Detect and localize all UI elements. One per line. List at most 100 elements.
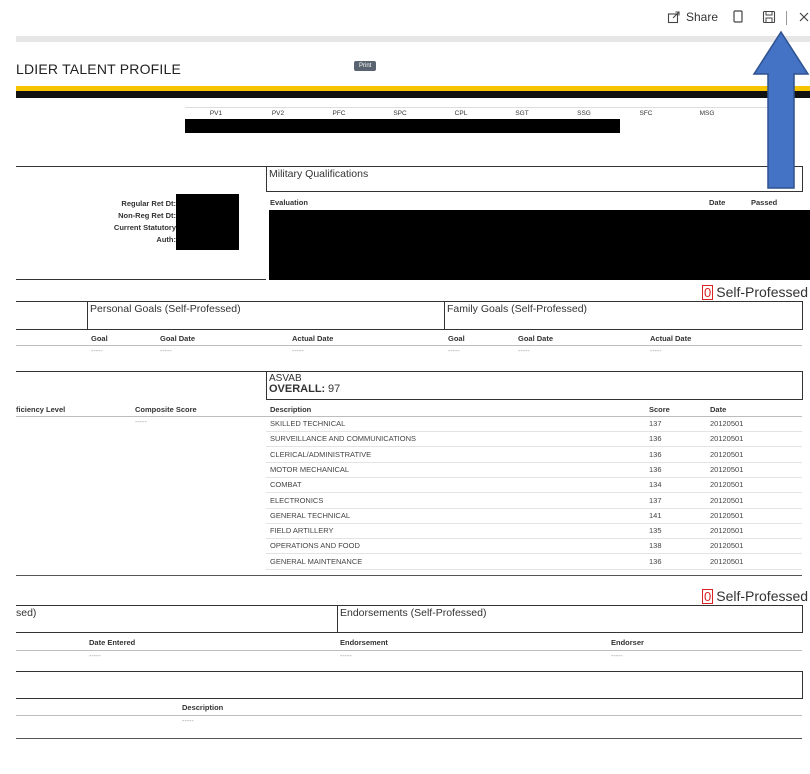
personal-goals-header: Personal Goals (Self-Professed) — [87, 301, 445, 330]
asvab-date-cell: 20120501 — [710, 556, 744, 566]
asvab-description-cell: SKILLED TECHNICAL — [270, 419, 346, 428]
empty-cell: ----- — [611, 653, 623, 660]
evaluation-header: Evaluation — [270, 198, 308, 207]
table-row-divider — [266, 568, 802, 570]
share-button[interactable]: Share — [667, 10, 718, 24]
date-entered-header: Date Entered — [89, 638, 136, 647]
row-divider — [16, 345, 802, 346]
regular-ret-label: Regular Ret Dt: — [121, 199, 176, 208]
table-row-divider — [266, 476, 802, 478]
asvab-description-cell: GENERAL MAINTENANCE — [270, 556, 363, 566]
redacted-block — [269, 210, 810, 280]
save-icon[interactable] — [762, 10, 776, 24]
empty-cell: ----- — [448, 348, 460, 355]
section-divider — [16, 371, 266, 372]
empty-cell: ----- — [91, 348, 103, 355]
endorser-header: Endorser — [611, 638, 644, 647]
asvab-description-cell: OPERATIONS AND FOOD — [270, 541, 360, 551]
personal-goals-title: Personal Goals (Self-Professed) — [90, 303, 241, 315]
section-divider — [16, 279, 266, 280]
goals-count-badge: 0 — [702, 284, 714, 300]
rank-label: PFC — [332, 110, 346, 117]
endorsements-left-title: sed) — [16, 607, 37, 619]
goals-count-label: Self-Professed — [716, 284, 809, 300]
asvab-date-cell: 20120501 — [710, 510, 744, 520]
row-divider — [16, 715, 802, 716]
asvab-description-cell: MOTOR MECHANICAL — [270, 464, 350, 474]
endorsements-self-professed: 0 Self-Professed — [702, 588, 808, 604]
retirement-labels: Regular Ret Dt: Non-Reg Ret Dt: Current … — [100, 198, 176, 246]
row-divider — [16, 416, 802, 417]
endorsements-left-header: sed) — [16, 605, 338, 633]
rank-label: MSG — [699, 110, 715, 117]
table-row-divider — [266, 446, 802, 448]
score-header: Score — [649, 405, 670, 414]
rank-label: SPC — [393, 110, 407, 117]
share-label: Share — [686, 10, 719, 24]
goal-header: Goal — [91, 334, 108, 343]
military-qualifications-header: Military Qualifications — [266, 166, 803, 192]
table-row-divider — [266, 522, 802, 524]
rank-label: SGT — [515, 110, 529, 117]
family-goals-header: Family Goals (Self-Professed) — [444, 301, 803, 330]
asvab-score-cell: 138 — [649, 541, 662, 551]
asvab-score-cell: 134 — [649, 480, 662, 490]
annotation-arrow-icon — [752, 30, 810, 189]
asvab-score-cell: 137 — [649, 495, 662, 505]
asvab-date-cell: 20120501 — [710, 495, 744, 505]
auth-label: Auth: — [156, 235, 176, 244]
asvab-date-cell: 20120501 — [710, 480, 744, 490]
asvab-score-cell: 135 — [649, 526, 662, 536]
empty-cell: ----- — [650, 348, 662, 355]
rank-label: SFC — [639, 110, 653, 117]
endorsement-header: Endorsement — [340, 638, 388, 647]
empty-cell: ----- — [340, 653, 352, 660]
asvab-description-cell: COMBAT — [270, 480, 302, 490]
redacted-block — [176, 194, 239, 250]
asvab-date-cell: 20120501 — [710, 541, 744, 551]
asvab-date-cell: 20120501 — [710, 419, 744, 428]
redacted-block — [185, 119, 620, 133]
rank-label: PV1 — [209, 110, 223, 117]
share-icon — [667, 10, 681, 24]
passed-header: Passed — [751, 198, 778, 207]
print-button[interactable]: Print — [354, 61, 377, 71]
overall-label: OVERALL: — [269, 383, 326, 395]
date-header: Date — [709, 198, 726, 207]
non-reg-ret-label: Non-Reg Ret Dt: — [118, 211, 176, 220]
statutory-label: Current Statutory — [113, 223, 176, 232]
table-row-divider — [266, 431, 802, 432]
goal-date-header: Goal Date — [160, 334, 196, 343]
empty-cell: ----- — [292, 348, 304, 355]
endorsements-count-label: Self-Professed — [716, 588, 809, 604]
proficiency-level-header: ficiency Level — [16, 405, 66, 414]
asvab-description-cell: SURVEILLANCE AND COMMUNICATIONS — [270, 434, 416, 444]
asvab-score-cell: 136 — [649, 449, 662, 459]
asvab-score-cell: 137 — [649, 419, 662, 428]
close-icon[interactable] — [798, 11, 810, 23]
military-qualifications-title: Military Qualifications — [269, 168, 369, 180]
copy-icon[interactable] — [732, 10, 744, 24]
asvab-description-cell: ELECTRONICS — [270, 495, 324, 505]
empty-cell: ----- — [89, 653, 101, 660]
family-goals-title: Family Goals (Self-Professed) — [447, 303, 588, 315]
table-row-divider — [266, 461, 802, 463]
overall-value: 97 — [328, 383, 341, 395]
table-row-divider — [266, 507, 802, 509]
asvab-score-cell: 136 — [649, 434, 662, 444]
date-header: Date — [710, 405, 727, 414]
composite-score-header: Composite Score — [135, 405, 197, 414]
asvab-date-cell: 20120501 — [710, 449, 744, 459]
goals-self-professed: 0 Self-Professed — [702, 284, 808, 300]
header-stripe-black — [16, 91, 810, 98]
asvab-header: ASVAB OVERALL: 97 — [266, 371, 803, 400]
description-header: Description — [182, 703, 224, 712]
actual-date-header: Actual Date — [292, 334, 334, 343]
empty-cell: ----- — [518, 348, 530, 355]
asvab-description-cell: FIELD ARTILLERY — [270, 526, 334, 536]
endorsements-header: Endorsements (Self-Professed) — [337, 605, 803, 633]
table-row-divider — [266, 492, 802, 494]
table-row-divider — [266, 553, 802, 555]
viewer-toolbar: Share — [0, 0, 810, 36]
goal-date-header: Goal Date — [518, 334, 554, 343]
